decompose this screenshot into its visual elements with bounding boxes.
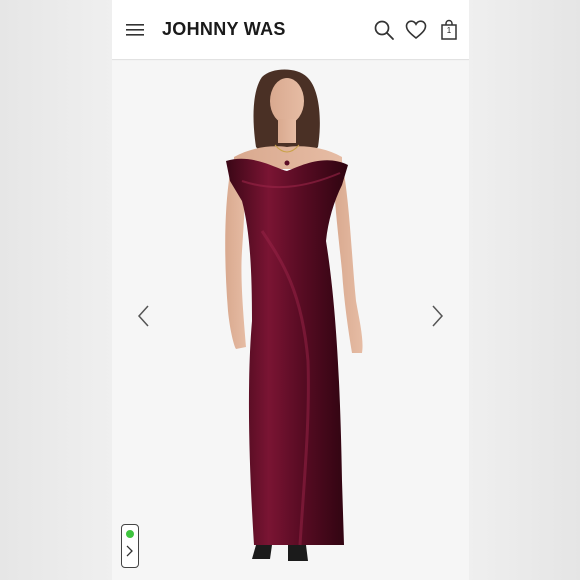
phone-screen: JOHNNY WAS 1	[112, 0, 469, 580]
chevron-right-icon	[432, 305, 444, 327]
site-header: JOHNNY WAS 1	[112, 0, 469, 60]
wishlist-button[interactable]	[405, 19, 427, 41]
product-photo	[112, 61, 469, 580]
chevron-left-icon	[137, 305, 149, 327]
chevron-right-icon	[126, 545, 133, 557]
chat-widget-button[interactable]	[121, 524, 139, 568]
previous-image-button[interactable]	[136, 303, 152, 329]
brand-logo[interactable]: JOHNNY WAS	[162, 19, 286, 40]
menu-icon	[126, 24, 144, 36]
product-image-gallery[interactable]	[112, 61, 469, 580]
menu-button[interactable]	[126, 21, 146, 39]
search-icon	[374, 20, 394, 40]
cart-count-badge: 1	[446, 26, 452, 35]
background-left	[0, 0, 112, 580]
background-right	[469, 0, 580, 580]
search-button[interactable]	[373, 19, 395, 41]
next-image-button[interactable]	[429, 303, 445, 329]
cart-button[interactable]: 1	[438, 19, 460, 41]
heart-icon	[405, 20, 427, 40]
online-status-dot	[126, 530, 134, 538]
